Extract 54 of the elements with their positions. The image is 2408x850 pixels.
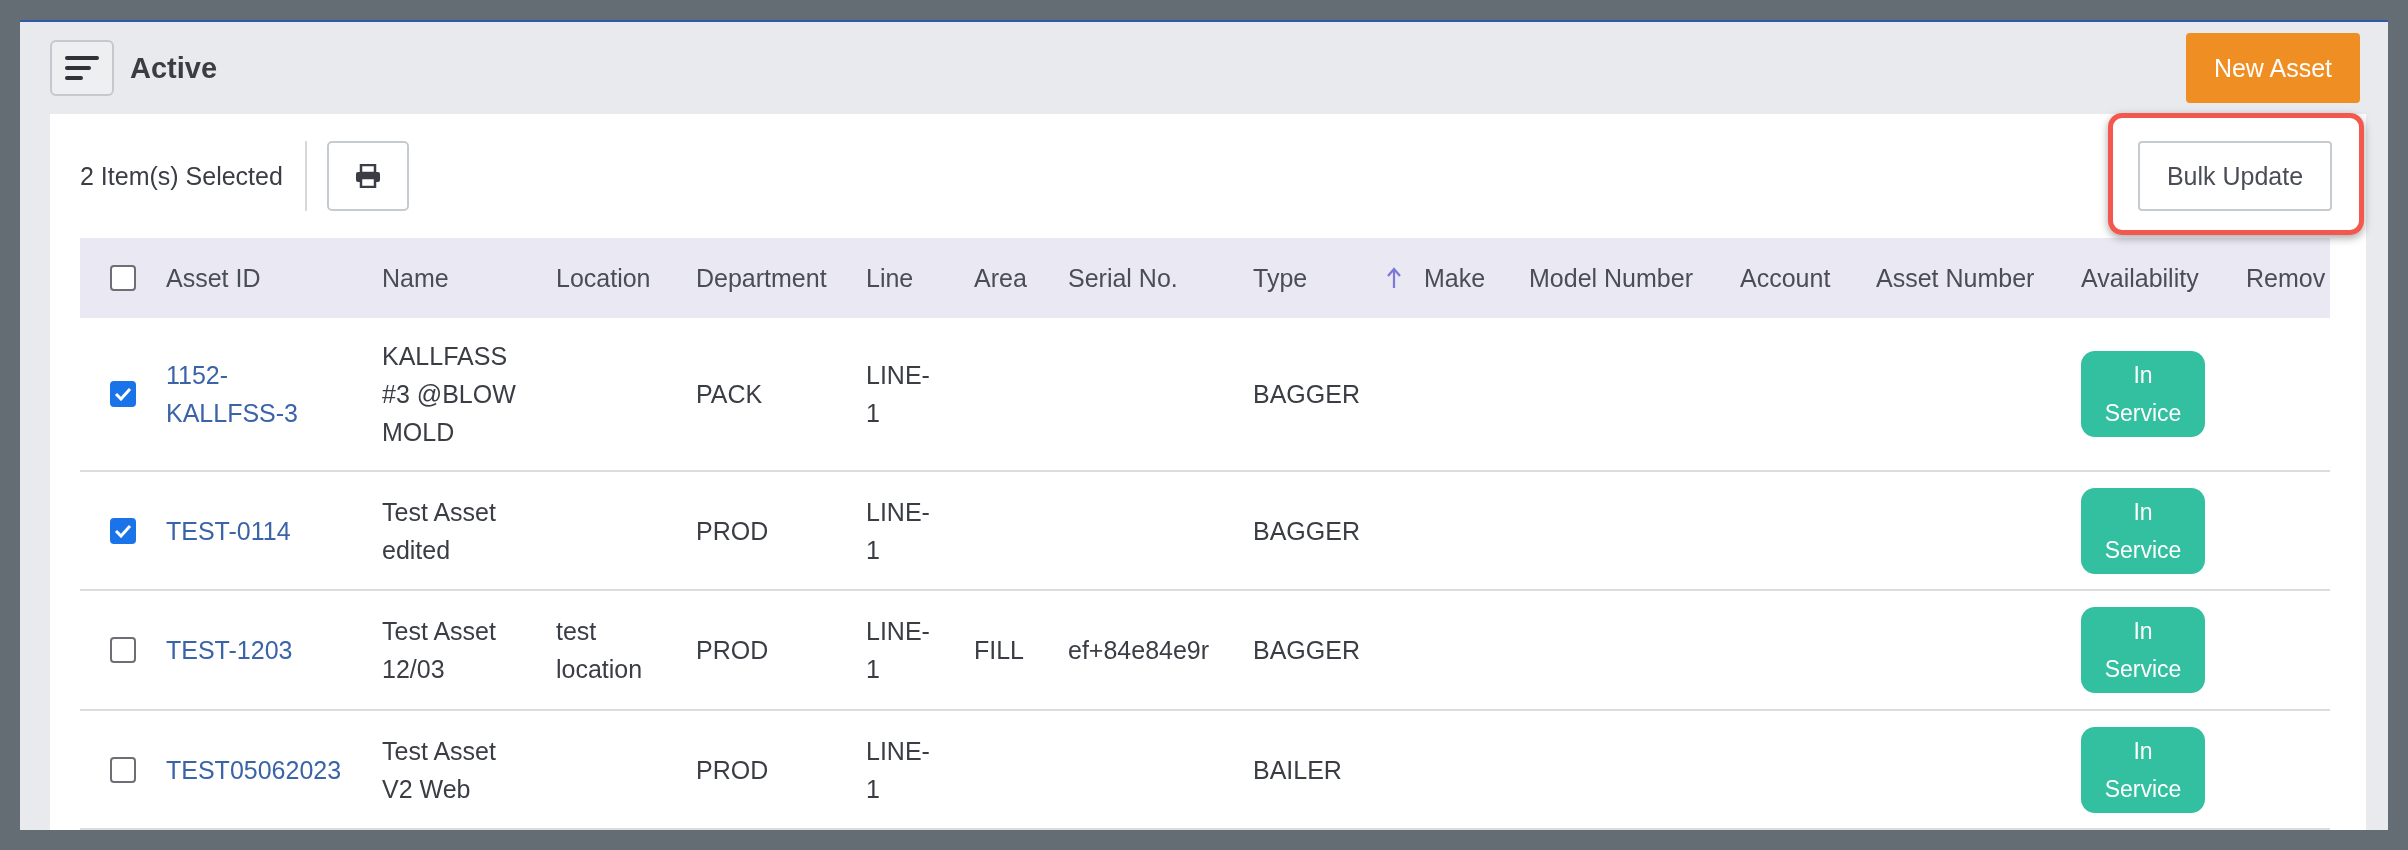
column-header[interactable]: Asset ID <box>166 263 261 293</box>
table-cell-text: Test Asset edited <box>382 496 497 566</box>
table-cell: ef+84e84e9r <box>1068 636 1210 664</box>
column-header[interactable]: Type <box>1253 263 1308 293</box>
table-cell: PROD <box>696 636 769 664</box>
column-header[interactable]: Account <box>1740 263 1831 293</box>
status-badge: In Service <box>2081 726 2205 813</box>
table-cell-text: KALLFASS #3 @BLOW MOLD <box>382 341 517 448</box>
row-checkbox[interactable] <box>110 381 136 407</box>
table-cell: PACK <box>696 380 763 408</box>
table-cell-text: Test Asset V2 Web <box>382 735 497 805</box>
bulk-update-button[interactable]: Bulk Update <box>2138 141 2332 211</box>
table-cell: BAGGER <box>1253 380 1360 408</box>
column-header[interactable]: Make <box>1424 263 1486 293</box>
selection-count: 2 Item(s) Selected <box>80 161 283 191</box>
page-title: Active <box>130 51 218 85</box>
print-icon <box>354 164 381 188</box>
select-all-checkbox[interactable] <box>110 265 136 291</box>
column-header[interactable]: Location <box>556 263 651 293</box>
column-header[interactable]: Remov <box>2246 263 2326 293</box>
column-header[interactable]: Name <box>382 263 449 293</box>
column-header[interactable]: Asset Number <box>1876 263 2035 293</box>
column-header[interactable]: Availability <box>2081 263 2199 293</box>
table-cell: PROD <box>696 516 769 545</box>
column-header[interactable]: Serial No. <box>1068 263 1178 293</box>
column-header[interactable]: Line <box>866 263 914 293</box>
asset-id-link[interactable]: TEST-0114 <box>166 511 291 550</box>
row-checkbox[interactable] <box>110 756 136 783</box>
status-badge: In Service <box>2081 351 2205 437</box>
column-header[interactable]: Area <box>974 263 1027 293</box>
print-button[interactable] <box>326 141 409 211</box>
column-header[interactable]: Department <box>696 263 827 293</box>
row-checkbox[interactable] <box>110 637 136 663</box>
menu-icon <box>65 55 99 81</box>
table-cell-text: Test Asset 12/03 <box>382 616 497 685</box>
table-cell-text: LINE-1 <box>866 360 931 429</box>
table-cell: BAGGER <box>1253 636 1360 664</box>
table-cell: PROD <box>696 755 769 784</box>
menu-button[interactable] <box>50 40 114 96</box>
table-cell: BAGGER <box>1253 516 1360 545</box>
status-badge: In Service <box>2081 487 2205 574</box>
table-cell: BAILER <box>1253 755 1342 784</box>
asset-id-link[interactable]: TEST-1203 <box>166 631 293 669</box>
row-checkbox[interactable] <box>110 517 136 544</box>
status-badge: In Service <box>2081 607 2205 693</box>
table-cell-text: LINE-1 <box>866 496 931 566</box>
column-header[interactable]: Model Number <box>1529 263 1693 293</box>
check-icon <box>114 387 132 401</box>
table-cell-text: LINE-1 <box>866 735 931 805</box>
check-icon <box>114 523 132 538</box>
table-cell-text: test location <box>556 616 644 685</box>
asset-id-link[interactable]: 1152-KALLFSS-3 <box>166 356 336 432</box>
table-cell-text: LINE-1 <box>866 616 931 685</box>
table-cell: FILL <box>974 636 1025 664</box>
